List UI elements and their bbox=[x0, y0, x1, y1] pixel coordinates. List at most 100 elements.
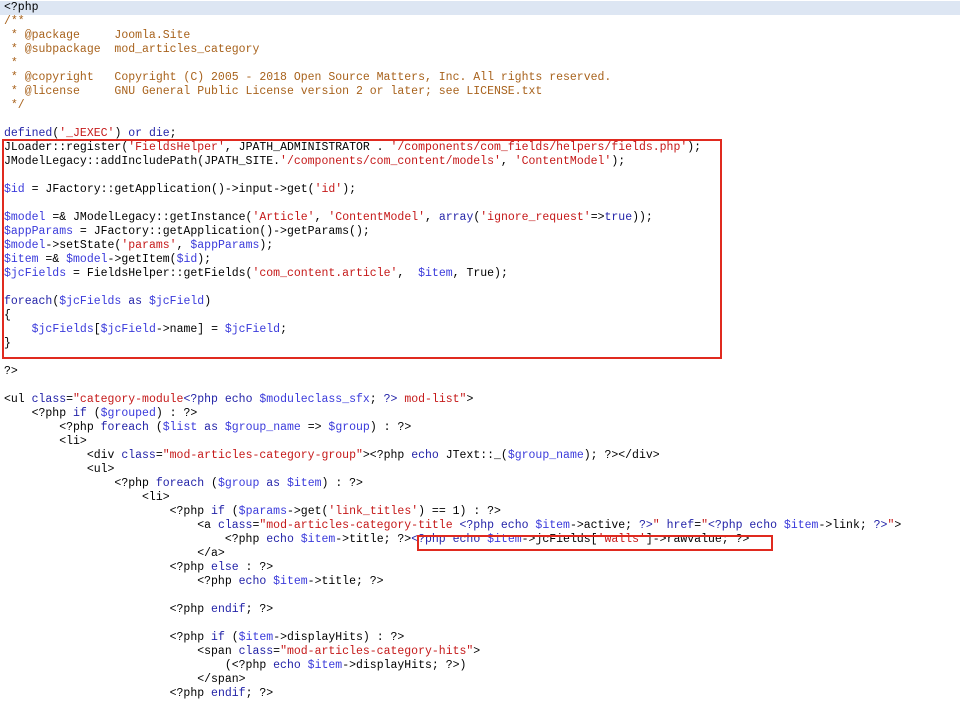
code-token: $grouped bbox=[100, 407, 156, 420]
code-token: <?php bbox=[4, 407, 74, 420]
code-token: = FieldsHelper::getFields( bbox=[66, 267, 253, 280]
code-token: " bbox=[701, 519, 708, 532]
code-token: } bbox=[4, 337, 11, 350]
code-token: JModelLegacy::addIncludePath(JPATH_SITE. bbox=[4, 155, 281, 168]
code-token: $jcField bbox=[100, 323, 156, 336]
code-line: <?php if ($item->displayHits) : ?> bbox=[4, 631, 405, 645]
code-token: class bbox=[238, 645, 274, 658]
code-token: <?php echo bbox=[183, 393, 253, 406]
code-token: <ul> bbox=[4, 463, 115, 476]
code-token: href bbox=[666, 519, 695, 532]
code-token: , JPATH_ADMINISTRATOR . bbox=[224, 141, 391, 154]
code-line: <?php endif; ?> bbox=[4, 603, 274, 617]
code-token: , bbox=[176, 239, 191, 252]
code-token: */ bbox=[4, 99, 25, 112]
code-token: array bbox=[438, 211, 474, 224]
code-line: defined('_JEXEC') or die; bbox=[4, 127, 177, 141]
code-token: ->title; ?> bbox=[335, 533, 412, 546]
code-editor[interactable]: <?php/** * @package Joomla.Site * @subpa… bbox=[0, 0, 960, 700]
code-token: <a bbox=[4, 519, 218, 532]
code-line: /** bbox=[4, 15, 25, 29]
code-line: $jcFields = FieldsHelper::getFields('com… bbox=[4, 267, 508, 281]
code-token: ]->rawvalue; ?> bbox=[645, 533, 750, 546]
code-token: = JFactory::getApplication()->input->get… bbox=[24, 183, 315, 196]
code-line: </span> bbox=[4, 673, 245, 687]
code-token: <?php echo bbox=[411, 533, 481, 546]
code-token: , bbox=[314, 211, 329, 224]
code-token: (<?php bbox=[4, 659, 274, 672]
code-token: ><?php bbox=[362, 449, 412, 462]
code-line: foreach($jcFields as $jcField) bbox=[4, 295, 211, 309]
code-line: JModelLegacy::addIncludePath(JPATH_SITE.… bbox=[4, 155, 625, 169]
code-token: class bbox=[31, 393, 67, 406]
code-line: $model =& JModelLegacy::getInstance('Art… bbox=[4, 211, 653, 225]
code-token: <?php bbox=[4, 575, 239, 588]
code-line: <?php if ($params->get('link_titles') ==… bbox=[4, 505, 501, 519]
code-line: JLoader::register('FieldsHelper', JPATH_… bbox=[4, 141, 701, 155]
code-token: ->get( bbox=[286, 505, 329, 518]
code-token: /** bbox=[4, 15, 25, 28]
code-token: $params bbox=[238, 505, 287, 518]
code-token: $jcFields bbox=[31, 323, 94, 336]
code-line: * @package Joomla.Site bbox=[4, 29, 190, 43]
code-token: 'ignore_request' bbox=[480, 211, 591, 224]
code-token: class bbox=[217, 519, 253, 532]
code-token: )); bbox=[632, 211, 653, 224]
code-token: <ul bbox=[4, 393, 32, 406]
code-line: <ul class="category-module<?php echo $mo… bbox=[4, 393, 473, 407]
code-token: mod-list" bbox=[397, 393, 467, 406]
code-token: $item bbox=[238, 631, 274, 644]
code-token: =& JModelLegacy::getInstance( bbox=[45, 211, 253, 224]
code-token: $id bbox=[176, 253, 198, 266]
code-token: <div bbox=[4, 449, 122, 462]
code-token: 'Article' bbox=[252, 211, 315, 224]
code-line: <?php echo $item->title; ?> bbox=[4, 575, 384, 589]
code-line: * @license GNU General Public License ve… bbox=[4, 85, 542, 99]
code-line: <?php bbox=[0, 1, 960, 15]
code-token: ) : ?> bbox=[321, 477, 363, 490]
code-line: <?php foreach ($list as $group_name => $… bbox=[4, 421, 411, 435]
code-token: > bbox=[894, 519, 902, 532]
code-token: * @license GNU General Public License ve… bbox=[4, 85, 543, 98]
code-token: foreach bbox=[4, 295, 53, 308]
code-token: ?> bbox=[873, 519, 888, 532]
code-token: $jcField bbox=[148, 295, 205, 308]
code-token: $model bbox=[4, 239, 46, 252]
code-token: ); bbox=[611, 155, 626, 168]
code-token: as bbox=[204, 421, 218, 434]
code-token: $item bbox=[300, 533, 336, 546]
code-token: ->getItem( bbox=[107, 253, 177, 266]
code-token: =& bbox=[38, 253, 67, 266]
code-token: ->displayHits; ?>) bbox=[342, 659, 467, 672]
code-token: * @subpackage mod_articles_category bbox=[4, 43, 260, 56]
code-token: ); bbox=[197, 253, 212, 266]
code-token: ; bbox=[280, 323, 287, 336]
code-token: ); bbox=[259, 239, 274, 252]
code-token: ) bbox=[204, 295, 212, 308]
code-token: , bbox=[397, 267, 419, 280]
code-token: defined bbox=[4, 127, 53, 140]
code-line: <?php if ($grouped) : ?> bbox=[4, 407, 198, 421]
code-token: ) : ?> bbox=[155, 407, 198, 420]
code-token: $moduleclass_sfx bbox=[259, 393, 370, 406]
code-token: ?> bbox=[4, 365, 18, 378]
code-token: '/components/com_fields/helpers/fields.p… bbox=[390, 141, 688, 154]
code-token: => bbox=[590, 211, 605, 224]
code-token: ->title; ?> bbox=[307, 575, 384, 588]
code-token: <li> bbox=[4, 435, 87, 448]
code-token: else bbox=[211, 561, 239, 574]
code-token: ( bbox=[86, 407, 101, 420]
code-line: <?php foreach ($group as $item) : ?> bbox=[4, 477, 363, 491]
code-token: <?php bbox=[4, 533, 267, 546]
code-token: JText::_( bbox=[438, 449, 508, 462]
code-token: ->displayHits) : ?> bbox=[273, 631, 405, 644]
code-token: $jcField bbox=[224, 323, 281, 336]
code-line: * bbox=[4, 57, 18, 71]
code-line: $appParams = JFactory::getApplication()-… bbox=[4, 225, 370, 239]
code-token: $group bbox=[217, 477, 260, 490]
code-token: "mod-articles-category-hits" bbox=[280, 645, 474, 658]
code-token: = JFactory::getApplication()->getParams(… bbox=[73, 225, 370, 238]
